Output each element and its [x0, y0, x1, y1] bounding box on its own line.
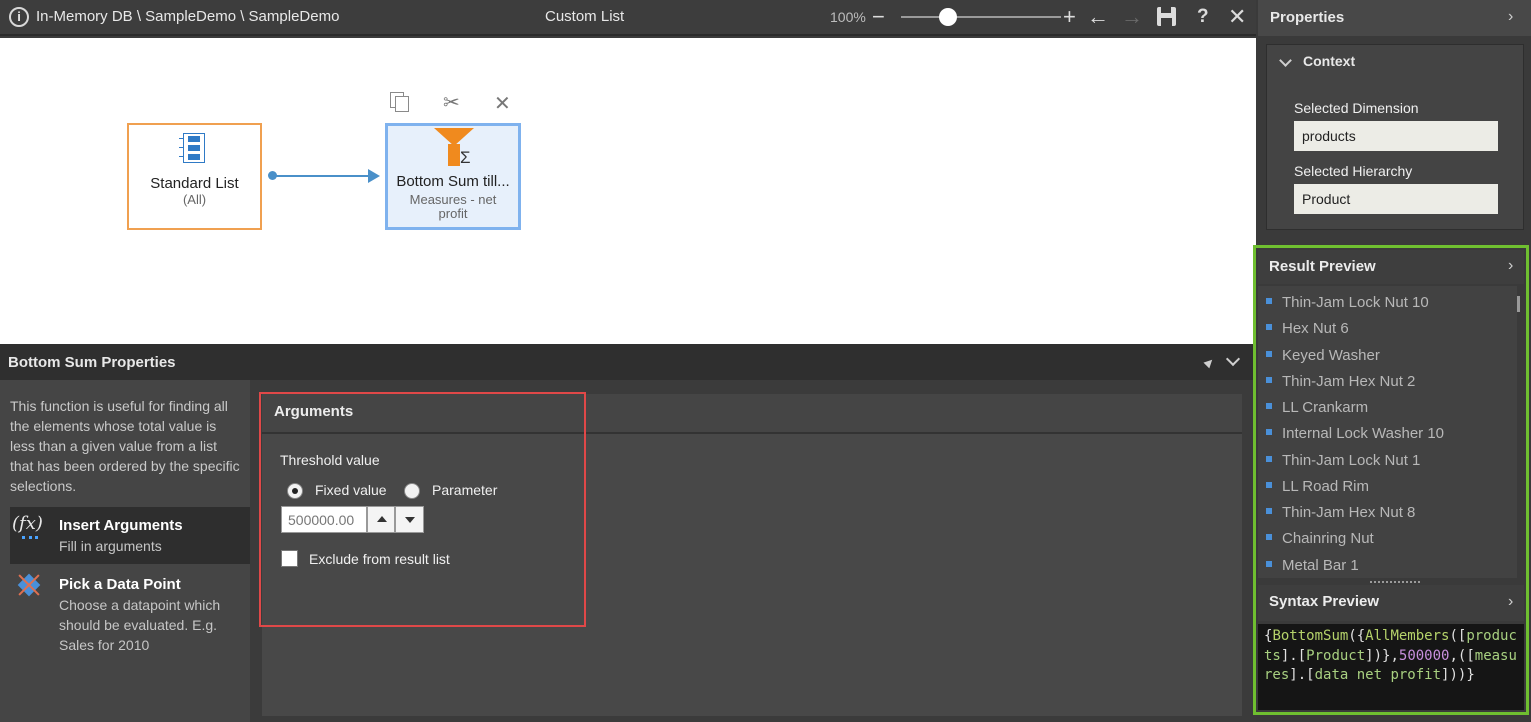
info-icon[interactable]: i — [9, 7, 29, 27]
step-insert-arguments[interactable]: (fx) Insert Arguments Fill in arguments — [10, 507, 250, 564]
step-description: Fill in arguments — [59, 538, 162, 554]
sigma-icon: Σ — [460, 148, 471, 167]
selected-hierarchy-field[interactable]: Product — [1294, 184, 1498, 214]
connector-line — [276, 175, 370, 177]
zoom-slider-track[interactable] — [901, 16, 1061, 18]
selected-dimension-field[interactable]: products — [1294, 121, 1498, 151]
properties-panel-title: Bottom Sum Properties — [8, 354, 176, 371]
selected-hierarchy-label: Selected Hierarchy — [1294, 163, 1413, 179]
pin-icon[interactable]: ▲ — [1199, 351, 1220, 372]
step-pick-data-point[interactable]: Pick a Data Point Choose a datapoint whi… — [10, 568, 250, 678]
redo-arrow-icon[interactable]: → — [1121, 4, 1143, 30]
zoom-level: 100% — [830, 9, 866, 25]
step-description: Choose a datapoint which should be evalu… — [59, 597, 221, 653]
copy-icon[interactable] — [390, 92, 409, 112]
properties-header: Properties › — [1258, 0, 1531, 36]
properties-panel-header: Bottom Sum Properties ▲ — [0, 344, 1256, 380]
delete-node-icon[interactable]: ✕ — [494, 91, 511, 116]
close-icon[interactable]: ✕ — [1228, 4, 1246, 30]
node-bottom-sum[interactable]: Σ Bottom Sum till... Measures - net prof… — [385, 123, 521, 230]
toolbar: i In-Memory DB \ SampleDemo \ SampleDemo… — [0, 0, 1256, 36]
selected-dimension-label: Selected Dimension — [1294, 100, 1419, 116]
function-description: This function is useful for finding all … — [10, 398, 240, 494]
step-title: Pick a Data Point — [59, 576, 181, 593]
fx-dots — [22, 536, 38, 539]
fx-icon: (fx) — [12, 513, 43, 534]
save-icon[interactable] — [1157, 7, 1176, 26]
undo-arrow-icon[interactable]: ← — [1087, 4, 1109, 30]
step-title: Insert Arguments — [59, 517, 183, 534]
preview-highlight — [1253, 245, 1529, 715]
cut-icon[interactable]: ✂ — [443, 90, 460, 115]
context-section: Context Selected Dimension products Sele… — [1266, 44, 1524, 230]
connector-arrow-icon — [368, 169, 380, 183]
flow-canvas[interactable]: ✂ ✕ Standard List (All) Σ Bottom Sum til… — [0, 38, 1256, 344]
properties-title: Properties — [1270, 9, 1345, 26]
breadcrumb: In-Memory DB \ SampleDemo \ SampleDemo — [36, 8, 340, 25]
node-label: Standard List — [150, 175, 239, 192]
node-sublabel: (All) — [182, 192, 207, 207]
node-standard-list[interactable]: Standard List (All) — [127, 123, 262, 230]
zoom-out-icon[interactable]: − — [872, 4, 885, 30]
data-cube-icon — [16, 572, 42, 598]
context-title: Context — [1303, 53, 1356, 69]
arguments-highlight — [259, 392, 586, 627]
zoom-in-icon[interactable]: + — [1063, 4, 1076, 30]
zoom-slider-thumb[interactable] — [939, 8, 957, 26]
chevron-down-icon[interactable] — [1225, 351, 1241, 367]
chevron-down-icon[interactable] — [1279, 54, 1292, 67]
node-label: Bottom Sum till... — [396, 173, 510, 190]
help-icon[interactable]: ? — [1197, 4, 1209, 30]
page-title: Custom List — [545, 8, 625, 25]
node-sublabel: Measures - net profit — [409, 192, 497, 221]
funnel-stem — [448, 144, 460, 166]
list-icon — [179, 133, 207, 163]
chevron-right-icon[interactable]: › — [1508, 8, 1513, 26]
